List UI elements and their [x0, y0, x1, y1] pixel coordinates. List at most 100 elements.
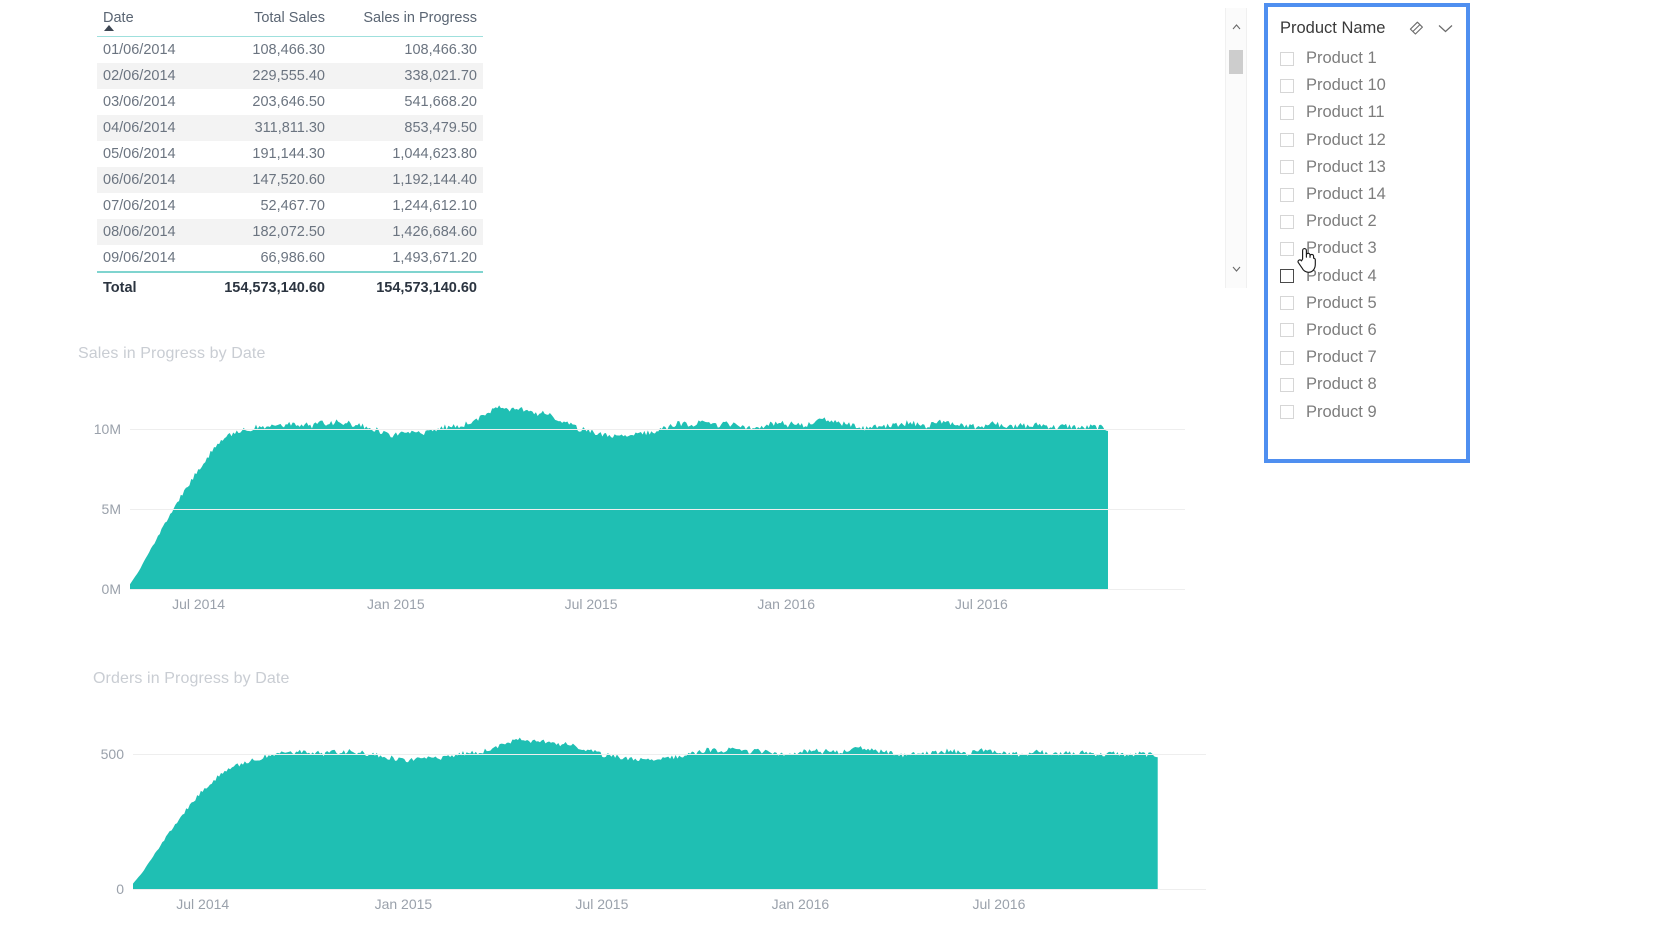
slicer-header-icons [1407, 21, 1453, 36]
checkbox-icon[interactable] [1280, 78, 1294, 93]
slicer-item-product-1[interactable]: Product 1 [1280, 45, 1456, 72]
checkbox-icon[interactable] [1280, 214, 1294, 229]
slicer-item-product-14[interactable]: Product 14 [1280, 181, 1456, 208]
checkbox-icon[interactable] [1280, 296, 1294, 311]
slicer-item-product-8[interactable]: Product 8 [1280, 371, 1456, 398]
slicer-content: Product Name Product 1 Product 10 Product … [1268, 7, 1466, 459]
checkbox-icon[interactable] [1280, 105, 1294, 120]
slicer-item-list: Product 1 Product 10 Product 11 Product 12 P… [1280, 45, 1456, 426]
area-series [130, 405, 1108, 589]
checkbox-icon[interactable] [1280, 323, 1294, 338]
table-row[interactable]: 08/06/2014 182,072.50 1,426,684.60 [97, 219, 483, 245]
checkbox-icon[interactable] [1280, 350, 1294, 365]
cell-sales-in-progress: 1,192,144.40 [331, 167, 483, 193]
checkbox-icon[interactable] [1280, 187, 1294, 202]
eraser-icon[interactable] [1407, 21, 1424, 36]
scroll-down-arrow-icon[interactable] [1226, 260, 1246, 278]
gridline [130, 509, 1185, 510]
slicer-item-product-9[interactable]: Product 9 [1280, 398, 1456, 425]
column-header-date-label: Date [103, 10, 134, 26]
cell-total-sales: 203,646.50 [252, 94, 325, 110]
slicer-header: Product Name [1280, 15, 1456, 41]
sales-chart-plot-area: 0M 5M 10M Jul 2014 Jan 2015 Jul 2015 Jan 2016 J… [94, 389, 1185, 612]
checkbox-icon[interactable] [1280, 133, 1294, 148]
slicer-item-label: Product 7 [1306, 348, 1377, 367]
sales-by-date-table[interactable]: Date Total Sales Sales in Progress 01/06… [97, 6, 483, 301]
slicer-item-product-5[interactable]: Product 5 [1280, 290, 1456, 317]
slicer-item-product-2[interactable]: Product 2 [1280, 208, 1456, 235]
scrollbar-thumb[interactable] [1229, 50, 1243, 74]
table-vertical-scrollbar[interactable] [1225, 8, 1247, 288]
orders-in-progress-chart[interactable]: Orders in Progress by Date 0 500 Jul 2014 J… [93, 670, 1223, 912]
slicer-item-product-13[interactable]: Product 13 [1280, 154, 1456, 181]
checkbox-icon[interactable] [1280, 377, 1294, 392]
cell-date: 08/06/2014 [97, 219, 201, 245]
slicer-item-product-6[interactable]: Product 6 [1280, 317, 1456, 344]
cell-total-sales: 66,986.60 [260, 250, 325, 266]
x-axis-tick-label: Jul 2016 [972, 896, 1026, 912]
checkbox-icon[interactable] [1280, 405, 1294, 420]
table-row[interactable]: 06/06/2014 147,520.60 1,192,144.40 [97, 167, 483, 193]
checkbox-icon[interactable] [1280, 269, 1294, 284]
cell-date: 09/06/2014 [103, 250, 176, 266]
table-row[interactable]: 09/06/2014 66,986.60 1,493,671.20 [97, 245, 483, 272]
table-body: 01/06/2014 108,466.30 108,466.30 02/06/2014… [97, 37, 483, 273]
column-header-sales-in-progress-label: Sales in Progress [363, 10, 477, 26]
gridline [133, 754, 1206, 756]
area-series [133, 737, 1158, 889]
slicer-item-label: Product 1 [1306, 49, 1377, 68]
x-axis-tick-label: Jan 2015 [367, 596, 425, 612]
checkbox-icon[interactable] [1280, 160, 1294, 175]
cell-date: 07/06/2014 [103, 198, 176, 214]
column-header-date[interactable]: Date [97, 6, 201, 37]
table-row[interactable]: 05/06/2014 191,144.30 1,044,623.80 [97, 141, 483, 167]
column-header-sales-in-progress[interactable]: Sales in Progress [331, 6, 483, 37]
chevron-down-icon[interactable] [1438, 24, 1453, 33]
y-axis-tick-label: 10M [93, 421, 121, 437]
slicer-item-product-4[interactable]: Product 4 [1280, 263, 1456, 290]
x-axis-tick-label: Jul 2016 [954, 596, 1008, 612]
y-axis-tick-label: 5M [101, 501, 121, 517]
cell-date: 04/06/2014 [97, 115, 201, 141]
slicer-item-product-11[interactable]: Product 11 [1280, 99, 1456, 126]
slicer-item-label: Product 3 [1306, 239, 1377, 258]
table-row[interactable]: 04/06/2014 311,811.30 853,479.50 [97, 115, 483, 141]
cell-date: 06/06/2014 [97, 167, 201, 193]
table-row[interactable]: 01/06/2014 108,466.30 108,466.30 [97, 37, 483, 64]
x-axis-tick-label: Jan 2016 [757, 596, 816, 612]
slicer-item-product-3[interactable]: Product 3 [1280, 235, 1456, 262]
slicer-item-product-7[interactable]: Product 7 [1280, 344, 1456, 371]
table-row[interactable]: 07/06/2014 52,467.70 1,244,612.10 [97, 193, 483, 219]
table-header-row: Date Total Sales Sales in Progress [97, 6, 483, 37]
sales-in-progress-chart[interactable]: Sales in Progress by Date 0M 5M 10M Jul 201… [78, 345, 1198, 612]
slicer-item-label: Product 9 [1306, 402, 1377, 421]
cell-date: 03/06/2014 [103, 94, 176, 110]
slicer-item-label: Product 11 [1306, 103, 1385, 122]
sort-ascending-icon [104, 25, 114, 31]
checkbox-icon[interactable] [1280, 241, 1294, 256]
checkbox-icon[interactable] [1280, 51, 1294, 66]
total-sales-in-progress: 154,573,140.60 [331, 271, 483, 301]
cell-sales-in-progress: 108,466.30 [404, 42, 477, 58]
total-label: Total [97, 271, 201, 301]
cell-sales-in-progress: 1,044,623.80 [392, 146, 477, 162]
cell-total-sales: 52,467.70 [260, 198, 325, 214]
slicer-item-label: Product 6 [1306, 320, 1377, 339]
x-axis-tick-label: Jul 2014 [176, 896, 230, 912]
table-row[interactable]: 02/06/2014 229,555.40 338,021.70 [97, 63, 483, 89]
slicer-item-product-10[interactable]: Product 10 [1280, 72, 1456, 99]
table: Date Total Sales Sales in Progress 01/06… [97, 6, 483, 301]
slicer-item-product-12[interactable]: Product 12 [1280, 127, 1456, 154]
scroll-up-arrow-icon[interactable] [1226, 18, 1246, 36]
cell-sales-in-progress: 1,493,671.20 [392, 250, 477, 266]
table-row[interactable]: 03/06/2014 203,646.50 541,668.20 [97, 89, 483, 115]
cell-date: 05/06/2014 [103, 146, 176, 162]
column-header-total-sales[interactable]: Total Sales [201, 6, 331, 37]
table-footer: Total 154,573,140.60 154,573,140.60 [97, 271, 483, 301]
cell-total-sales: 182,072.50 [201, 219, 331, 245]
cell-sales-in-progress: 338,021.70 [331, 63, 483, 89]
cell-total-sales: 191,144.30 [252, 146, 325, 162]
product-name-slicer[interactable]: Product Name Product 1 Product 10 Product … [1264, 3, 1470, 463]
cell-sales-in-progress: 541,668.20 [404, 94, 477, 110]
cell-total-sales: 147,520.60 [201, 167, 331, 193]
